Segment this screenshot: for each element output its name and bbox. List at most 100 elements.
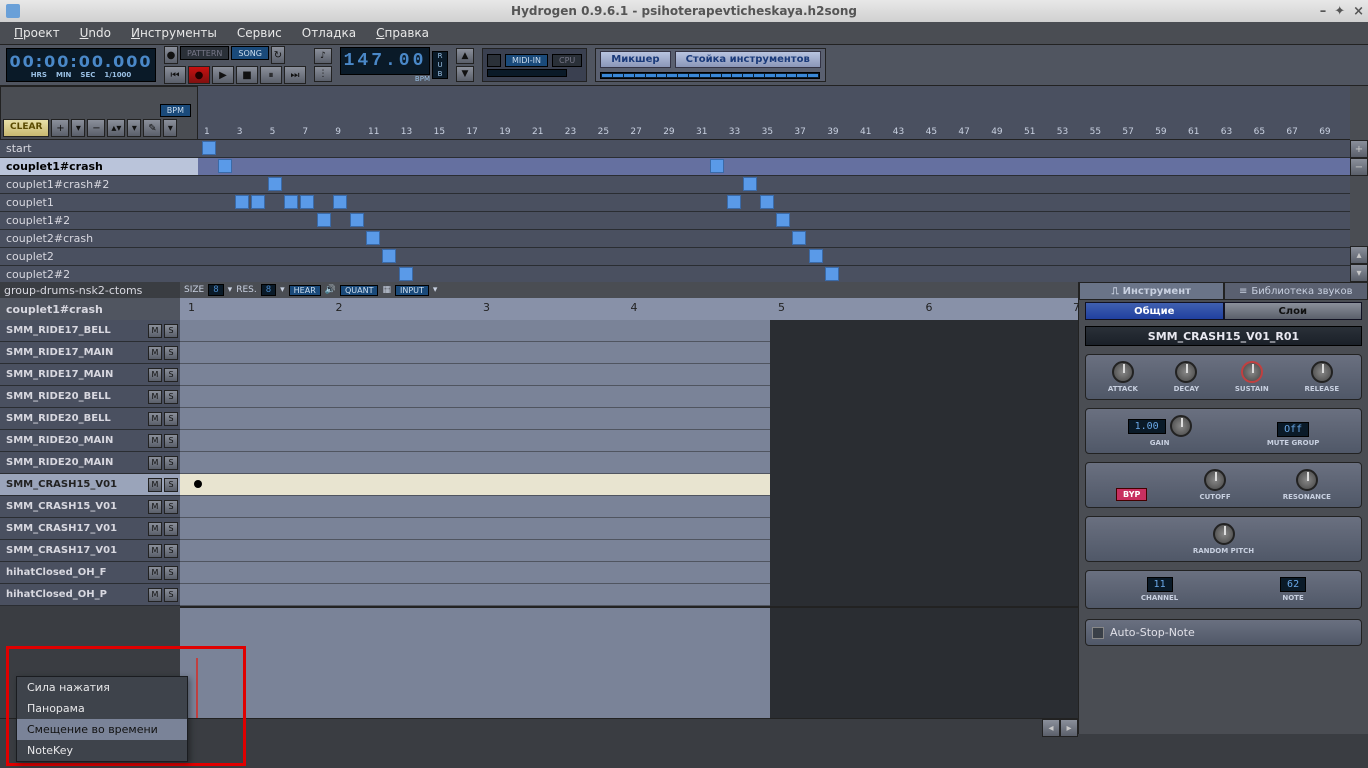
ruler-bar[interactable]: 45 [926,127,937,137]
instrument-row[interactable]: SMM_RIDE20_MAINMS [0,452,180,474]
ruler-bar[interactable]: 37 [794,127,805,137]
mute-button[interactable]: M [148,390,162,404]
mute-button[interactable]: M [148,324,162,338]
instrument-row[interactable]: SMM_RIDE17_BELLMS [0,320,180,342]
mute-button[interactable]: M [148,434,162,448]
solo-button[interactable]: S [164,434,178,448]
maximize-icon[interactable]: ✦ [1334,4,1345,19]
autostop-checkbox[interactable] [1092,627,1104,639]
menu-instruments[interactable]: Инструменты [123,24,225,42]
tool-dropdown[interactable]: ▾ [163,119,177,137]
solo-button[interactable]: S [164,324,178,338]
context-menu-item[interactable]: Панорама [17,698,187,719]
song-cell[interactable] [743,177,757,191]
remove-pattern-button[interactable]: − [87,119,105,137]
midi-in-button[interactable]: MIDI-IN [505,54,548,67]
count-button[interactable]: ⋮ [314,66,332,82]
pattern-ruler[interactable]: 1234567 [180,298,1078,320]
gain-knob[interactable] [1170,415,1192,437]
bpm-display[interactable]: 147.00 [340,47,430,75]
pattern-ruler-mark[interactable]: 4 [631,301,638,314]
song-grid-row[interactable] [198,212,1350,230]
menu-project[interactable]: Проект [6,24,68,42]
forward-button[interactable]: ⏭ [284,66,306,84]
velocity-pane[interactable] [180,606,1078,718]
song-grid[interactable]: 1357911131517192123252729313335373941434… [198,86,1350,282]
solo-button[interactable]: S [164,412,178,426]
mixer-button[interactable]: Микшер [600,51,670,68]
rewind-button[interactable]: ⏮ [164,66,186,84]
bpm-badge[interactable]: BPM [160,104,191,117]
pattern-row[interactable]: couplet2 [0,248,198,266]
cutoff-knob[interactable] [1204,469,1226,491]
solo-button[interactable]: S [164,566,178,580]
pattern-row[interactable]: couplet1#crash#2 [0,176,198,194]
clear-button[interactable]: CLEAR [3,119,49,137]
scroll-up[interactable]: ▴ [1350,246,1368,264]
record-button[interactable]: ● [188,66,210,84]
song-cell[interactable] [235,195,249,209]
mute-button[interactable]: M [148,522,162,536]
ruler-bar[interactable]: 9 [335,127,341,137]
scroll-down[interactable]: ▾ [1350,264,1368,282]
song-cell[interactable] [333,195,347,209]
song-grid-row[interactable] [198,158,1350,176]
song-grid-row[interactable] [198,266,1350,282]
song-cell[interactable] [268,177,282,191]
pattern-row[interactable]: start [0,140,198,158]
pattern-ruler-mark[interactable]: 5 [778,301,785,314]
ruler-bar[interactable]: 47 [958,127,969,137]
draw-mode-button[interactable]: ▾ [127,119,141,137]
pattern-ruler-mark[interactable]: 2 [336,301,343,314]
bpm-rub[interactable]: RUB [432,51,448,79]
sustain-knob[interactable] [1241,361,1263,383]
solo-button[interactable]: S [164,346,178,360]
quant-button[interactable]: QUANT [340,285,379,296]
bpm-down[interactable]: ▼ [456,66,474,82]
autostop-row[interactable]: Auto-Stop-Note [1085,619,1362,646]
ruler-bar[interactable]: 53 [1057,127,1068,137]
instrument-row[interactable]: hihatClosed_OH_PMS [0,584,180,606]
pattern-add-side[interactable]: + [1350,140,1368,158]
pattern-ruler-mark[interactable]: 7 [1073,301,1078,314]
velocity-bar[interactable] [196,658,198,718]
mute-button[interactable]: M [148,500,162,514]
resonance-knob[interactable] [1296,469,1318,491]
ruler-bar[interactable]: 17 [466,127,477,137]
tab-instrument[interactable]: ⎍ Инструмент [1079,282,1224,300]
loop-toggle[interactable]: ↻ [271,46,285,64]
ruler-bar[interactable]: 25 [598,127,609,137]
ruler-bar[interactable]: 49 [991,127,1002,137]
subtab-layers[interactable]: Слои [1224,302,1363,320]
pencil-tool[interactable]: ✎ [143,119,161,137]
solo-button[interactable]: S [164,478,178,492]
ruler-bar[interactable]: 31 [696,127,707,137]
channel-value[interactable]: 11 [1147,577,1173,592]
res-dropdown[interactable]: ▾ [280,285,285,295]
song-ruler[interactable]: 1357911131517192123252729313335373941434… [198,86,1350,140]
release-knob[interactable] [1311,361,1333,383]
add-dropdown[interactable]: ▾ [71,119,85,137]
song-cell[interactable] [727,195,741,209]
mute-button[interactable]: M [148,456,162,470]
ruler-bar[interactable]: 61 [1188,127,1199,137]
ruler-bar[interactable]: 59 [1155,127,1166,137]
solo-button[interactable]: S [164,500,178,514]
solo-button[interactable]: S [164,390,178,404]
ruler-bar[interactable]: 33 [729,127,740,137]
song-grid-row[interactable] [198,176,1350,194]
pat-scroll-left[interactable]: ◂ [1042,719,1060,737]
pattern-grid[interactable]: 1234567 [180,298,1078,718]
song-grid-row[interactable] [198,248,1350,266]
solo-button[interactable]: S [164,368,178,382]
menu-undo[interactable]: Undo [72,24,119,42]
ruler-bar[interactable]: 15 [434,127,445,137]
song-cell[interactable] [317,213,331,227]
input-dropdown[interactable]: ▾ [433,285,438,295]
pattern-row[interactable]: couplet2#crash [0,230,198,248]
quant-icon[interactable]: ▦ [382,285,391,295]
instrument-row[interactable]: SMM_CRASH17_V01MS [0,540,180,562]
ruler-bar[interactable]: 11 [368,127,379,137]
instrument-row[interactable]: SMM_RIDE20_MAINMS [0,430,180,452]
hear-icon[interactable]: 🔊 [325,285,336,295]
